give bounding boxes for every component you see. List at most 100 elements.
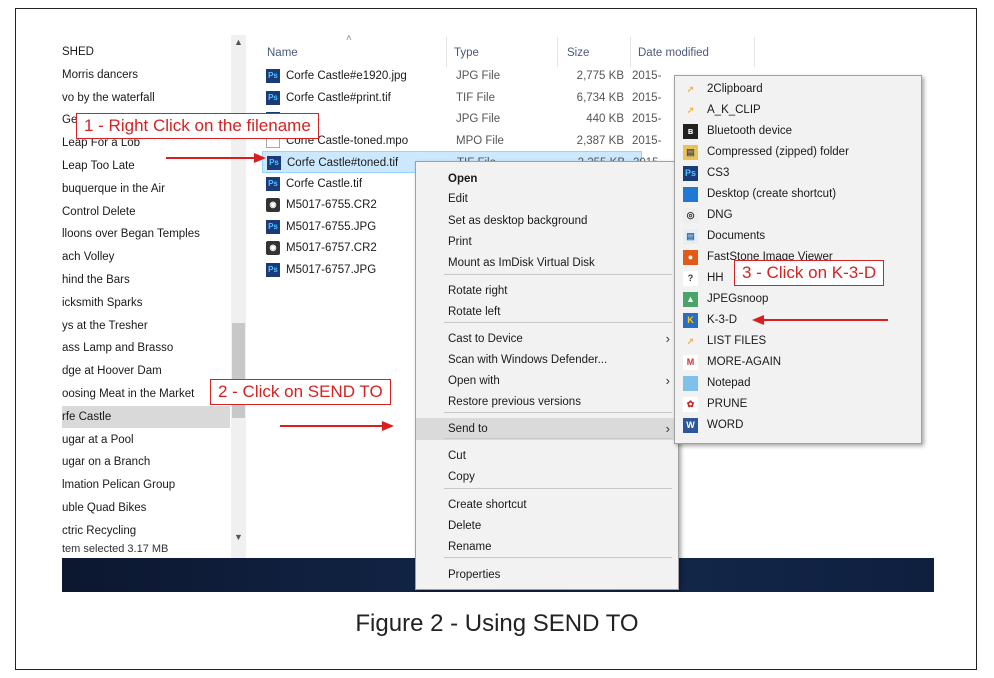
column-header-type[interactable]: Type <box>454 47 479 59</box>
arrowhead-icon <box>254 153 266 163</box>
context-menu-item[interactable]: Edit <box>416 188 678 210</box>
context-menu-item[interactable]: Properties <box>416 564 678 586</box>
menu-item-label: Scan with Windows Defender... <box>448 354 608 366</box>
column-header-size[interactable]: Size <box>567 47 589 59</box>
menu-item-label: Rename <box>448 541 492 553</box>
context-menu-item[interactable]: Send to › <box>416 418 678 440</box>
sidebar-item[interactable]: ach Volley <box>62 246 114 268</box>
desktop-icon <box>683 187 698 202</box>
sidebar-item[interactable]: ctric Recycling <box>62 520 136 542</box>
sidebar-item[interactable]: icksmith Sparks <box>62 292 143 314</box>
dng-icon: ◎ <box>683 208 698 223</box>
file-type: TIF File <box>456 91 495 104</box>
context-menu-item[interactable]: Cut <box>416 445 678 467</box>
menu-item-label: Send to <box>448 423 488 435</box>
menu-item-label: K-3-D <box>707 314 738 326</box>
sidebar-item[interactable]: oosing Meat in the Market <box>62 383 194 405</box>
menu-item-label: Compressed (zipped) folder <box>707 146 849 158</box>
sidebar-item[interactable]: lloons over Began Temples <box>62 223 200 245</box>
send-to-item[interactable]: Notepad <box>675 373 921 394</box>
menu-item-label: Notepad <box>707 377 751 389</box>
file-name: M5017-6755.JPG <box>286 220 377 233</box>
sidebar-item[interactable]: ugar on a Branch <box>62 451 150 473</box>
file-name: M5017-6757.CR2 <box>286 242 377 254</box>
column-divider[interactable] <box>754 37 755 67</box>
sidebar-item[interactable]: Morris dancers <box>62 64 138 86</box>
sidebar-item[interactable]: vo by the waterfall <box>62 87 155 109</box>
sidebar-item[interactable]: ys at the Tresher <box>62 315 148 337</box>
context-menu-item[interactable]: Rotate right <box>416 280 678 302</box>
zip-folder-icon: ▤ <box>683 145 698 160</box>
context-menu-item[interactable]: Set as desktop background <box>416 210 678 232</box>
sidebar-item[interactable]: hind the Bars <box>62 269 130 291</box>
column-divider[interactable] <box>446 37 447 67</box>
documents-icon: ▤ <box>683 229 698 244</box>
context-menu-item[interactable]: Open <box>416 168 678 190</box>
send-to-item[interactable]: ▤ Compressed (zipped) folder <box>675 142 921 163</box>
sidebar-item[interactable]: SHED <box>62 41 94 63</box>
menu-separator <box>444 438 672 439</box>
arrowhead-icon <box>752 315 764 325</box>
scroll-down-icon[interactable]: ▼ <box>231 532 246 542</box>
sidebar-item[interactable]: Leap Too Late <box>62 155 135 177</box>
column-header-name[interactable]: Name <box>267 47 298 59</box>
send-to-item[interactable]: W WORD <box>675 415 921 436</box>
photoshop-file-icon: Ps <box>267 156 281 170</box>
menu-item-label: Cut <box>448 450 466 462</box>
folder-arrow-icon: ➚ <box>686 84 695 94</box>
file-date: 2015- <box>632 113 662 125</box>
sidebar-item[interactable]: Control Delete <box>62 201 136 223</box>
sidebar-item[interactable]: rfe Castle <box>62 405 230 428</box>
context-menu-item[interactable]: Open with › <box>416 370 678 392</box>
column-divider[interactable] <box>557 37 558 67</box>
send-to-item[interactable]: ▲ JPEGsnoop <box>675 289 921 310</box>
sidebar-item[interactable]: uble Quad Bikes <box>62 497 146 519</box>
menu-separator <box>444 488 672 489</box>
send-to-item[interactable]: ➚ A_K_CLIP <box>675 100 921 121</box>
notepad-icon <box>683 376 698 391</box>
send-to-item[interactable]: Ps CS3 <box>675 163 921 184</box>
help-icon: ? <box>683 271 698 286</box>
send-to-item[interactable]: ▤ Documents <box>675 226 921 247</box>
context-menu-item[interactable]: Mount as ImDisk Virtual Disk <box>416 252 678 274</box>
context-menu-item[interactable]: Create shortcut <box>416 494 678 516</box>
context-menu-item[interactable]: Rotate left <box>416 301 678 323</box>
scroll-up-icon[interactable]: ▲ <box>231 37 246 47</box>
file-name: Corfe Castle#toned.tif <box>287 157 399 169</box>
column-divider[interactable] <box>630 37 631 67</box>
file-name: Corfe Castle#e1920.jpg <box>286 70 407 82</box>
context-menu-item[interactable]: Rename <box>416 536 678 558</box>
sidebar-item[interactable]: ass Lamp and Brasso <box>62 337 173 359</box>
file-name: M5017-6757.JPG <box>286 263 377 276</box>
menu-item-label: Bluetooth device <box>707 125 793 137</box>
context-menu-item[interactable]: Copy <box>416 466 678 488</box>
file-type: MPO File <box>456 134 504 147</box>
menu-item-label: Create shortcut <box>448 499 527 511</box>
word-icon: W <box>683 418 698 433</box>
bluetooth-icon: ʙ <box>683 124 698 139</box>
menu-separator <box>444 322 672 323</box>
menu-item-label: Print <box>448 236 472 248</box>
send-to-item[interactable]: M MORE-AGAIN <box>675 352 921 373</box>
menu-item-label: Properties <box>448 569 501 581</box>
context-menu-item[interactable]: Print <box>416 231 678 253</box>
sidebar-item[interactable]: ugar at a Pool <box>62 429 134 451</box>
send-to-item[interactable]: ➚ 2Clipboard <box>675 79 921 100</box>
context-menu-item[interactable]: Scan with Windows Defender... <box>416 349 678 371</box>
send-to-item[interactable]: ◎ DNG <box>675 205 921 226</box>
context-menu-item[interactable]: Delete <box>416 515 678 537</box>
explorer-screenshot: SHED Morris dancers vo by the waterfall Gen… <box>62 35 934 592</box>
sidebar-item[interactable]: lmation Pelican Group <box>62 474 175 496</box>
context-menu-item[interactable]: Cast to Device › <box>416 328 678 350</box>
context-menu-item[interactable]: Restore previous versions <box>416 391 678 413</box>
send-to-item[interactable]: ➚ LIST FILES <box>675 331 921 352</box>
send-to-item[interactable]: Desktop (create shortcut) <box>675 184 921 205</box>
send-to-item[interactable]: ʙ Bluetooth device <box>675 121 921 142</box>
menu-item-label: Rotate right <box>448 285 508 297</box>
sidebar-item[interactable]: dge at Hoover Dam <box>62 360 162 382</box>
column-header-date[interactable]: Date modified <box>638 47 709 59</box>
menu-item-label: Open with <box>448 375 500 387</box>
sidebar-item[interactable]: buquerque in the Air <box>62 178 165 200</box>
send-to-item[interactable]: ✿ PRUNE <box>675 394 921 415</box>
file-date: 2015- <box>632 134 662 147</box>
